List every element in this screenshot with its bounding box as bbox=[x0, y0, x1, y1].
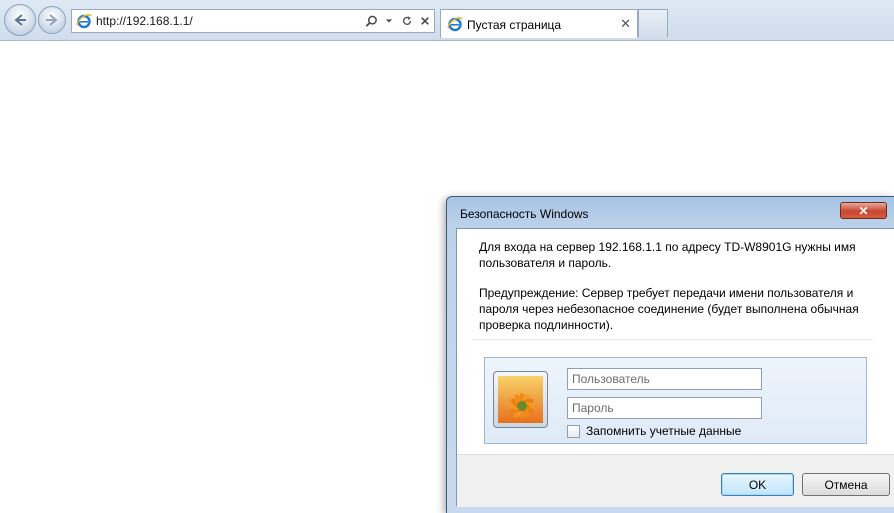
password-input[interactable] bbox=[567, 397, 762, 419]
divider bbox=[473, 339, 873, 340]
username-input[interactable] bbox=[567, 368, 762, 390]
chevron-down-icon[interactable] bbox=[382, 13, 396, 29]
security-warning: Предупреждение: Сервер требует передачи … bbox=[479, 286, 859, 332]
back-button[interactable] bbox=[4, 4, 36, 36]
dialog-button-bar: OK Отмена bbox=[457, 454, 894, 507]
dialog-title: Безопасность Windows bbox=[460, 207, 589, 221]
refresh-icon[interactable] bbox=[400, 13, 414, 29]
forward-button[interactable] bbox=[38, 6, 66, 34]
remember-checkbox[interactable] bbox=[567, 424, 580, 438]
new-tab-button[interactable] bbox=[638, 9, 668, 37]
credential-tile: Запомнить учетные данные bbox=[484, 357, 867, 444]
close-icon[interactable] bbox=[418, 13, 432, 29]
tab-close-icon[interactable]: ✕ bbox=[620, 16, 631, 32]
cancel-button[interactable]: Отмена bbox=[802, 473, 890, 496]
close-icon: ✕ bbox=[858, 203, 869, 218]
tab-blank-page[interactable]: Пустая страница ✕ bbox=[440, 9, 638, 38]
address-tools bbox=[364, 12, 432, 30]
internet-explorer-icon bbox=[76, 14, 92, 29]
address-url[interactable]: http://192.168.1.1/ bbox=[96, 14, 193, 28]
windows-security-dialog: Безопасность Windows ✕ Для входа на серв… bbox=[446, 196, 894, 513]
forward-arrow-icon bbox=[46, 14, 58, 26]
address-bar[interactable]: http://192.168.1.1/ bbox=[71, 9, 435, 33]
login-message: Для входа на сервер 192.168.1.1 по адрес… bbox=[479, 240, 856, 270]
back-arrow-icon bbox=[14, 14, 26, 26]
tab-title: Пустая страница bbox=[467, 18, 562, 32]
ok-button[interactable]: OK bbox=[721, 473, 794, 496]
user-avatar-flower-icon bbox=[498, 376, 543, 423]
browser-toolbar: http://192.168.1.1/ Пустая страница ✕ bbox=[0, 0, 894, 41]
dialog-content: Для входа на сервер 192.168.1.1 по адрес… bbox=[456, 228, 894, 507]
internet-explorer-icon bbox=[447, 17, 463, 32]
avatar bbox=[493, 371, 548, 428]
search-icon[interactable] bbox=[364, 13, 378, 29]
remember-credentials[interactable]: Запомнить учетные данные bbox=[567, 424, 741, 438]
dialog-close-button[interactable]: ✕ bbox=[840, 202, 887, 219]
remember-label: Запомнить учетные данные bbox=[586, 424, 742, 438]
